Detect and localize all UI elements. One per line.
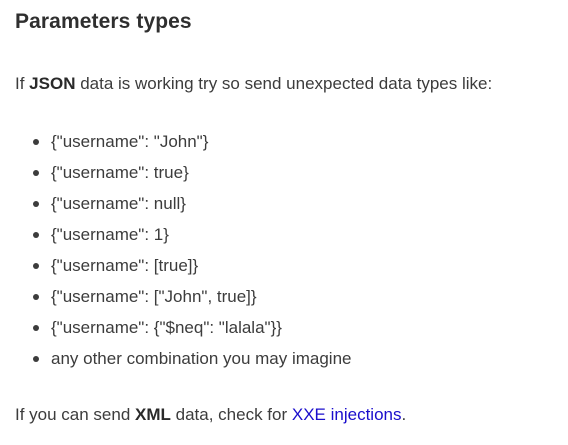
list-item-text: {"username": null} — [51, 194, 186, 213]
outro-suffix: . — [401, 405, 407, 424]
intro-paragraph: If JSON data is working try so send unex… — [15, 73, 492, 95]
examples-list: {"username": "John"} {"username": true} … — [15, 131, 352, 379]
list-item-text: {"username": "John"} — [51, 132, 209, 151]
outro-paragraph: If you can send XML data, check for XXE … — [15, 404, 406, 426]
bullet-icon — [33, 263, 39, 269]
outro-emphasis: XML — [135, 405, 171, 424]
bullet-icon — [33, 356, 39, 362]
list-item: {"username": 1} — [15, 224, 352, 255]
list-item: {"username": true} — [15, 162, 352, 193]
document-content: Parameters types If JSON data is working… — [0, 0, 568, 445]
bullet-icon — [33, 170, 39, 176]
bullet-icon — [33, 232, 39, 238]
bullet-icon — [33, 139, 39, 145]
list-item-text: {"username": [true]} — [51, 256, 199, 275]
list-item-text: {"username": 1} — [51, 225, 169, 244]
list-item-text: {"username": {"$neq": "lalala"}} — [51, 318, 282, 337]
intro-suffix: data is working try so send unexpected d… — [75, 74, 493, 93]
section-heading: Parameters types — [15, 10, 192, 33]
outro-prefix: If you can send — [15, 405, 136, 424]
outro-middle: data, check for — [170, 405, 292, 424]
list-item: {"username": [true]} — [15, 255, 352, 286]
bullet-icon — [33, 325, 39, 331]
intro-emphasis: JSON — [29, 74, 76, 93]
bullet-icon — [33, 294, 39, 300]
list-item: {"username": null} — [15, 193, 352, 224]
list-item: any other combination you may imagine — [15, 348, 352, 379]
bullet-icon — [33, 201, 39, 207]
list-item-text: {"username": true} — [51, 163, 189, 182]
list-item-text: {"username": ["John", true]} — [51, 287, 257, 306]
list-item: {"username": ["John", true]} — [15, 286, 352, 317]
list-item: {"username": "John"} — [15, 131, 352, 162]
xxe-injections-link[interactable]: XXE injections — [292, 405, 402, 424]
list-item: {"username": {"$neq": "lalala"}} — [15, 317, 352, 348]
list-item-text: any other combination you may imagine — [51, 349, 352, 368]
intro-prefix: If — [15, 74, 30, 93]
